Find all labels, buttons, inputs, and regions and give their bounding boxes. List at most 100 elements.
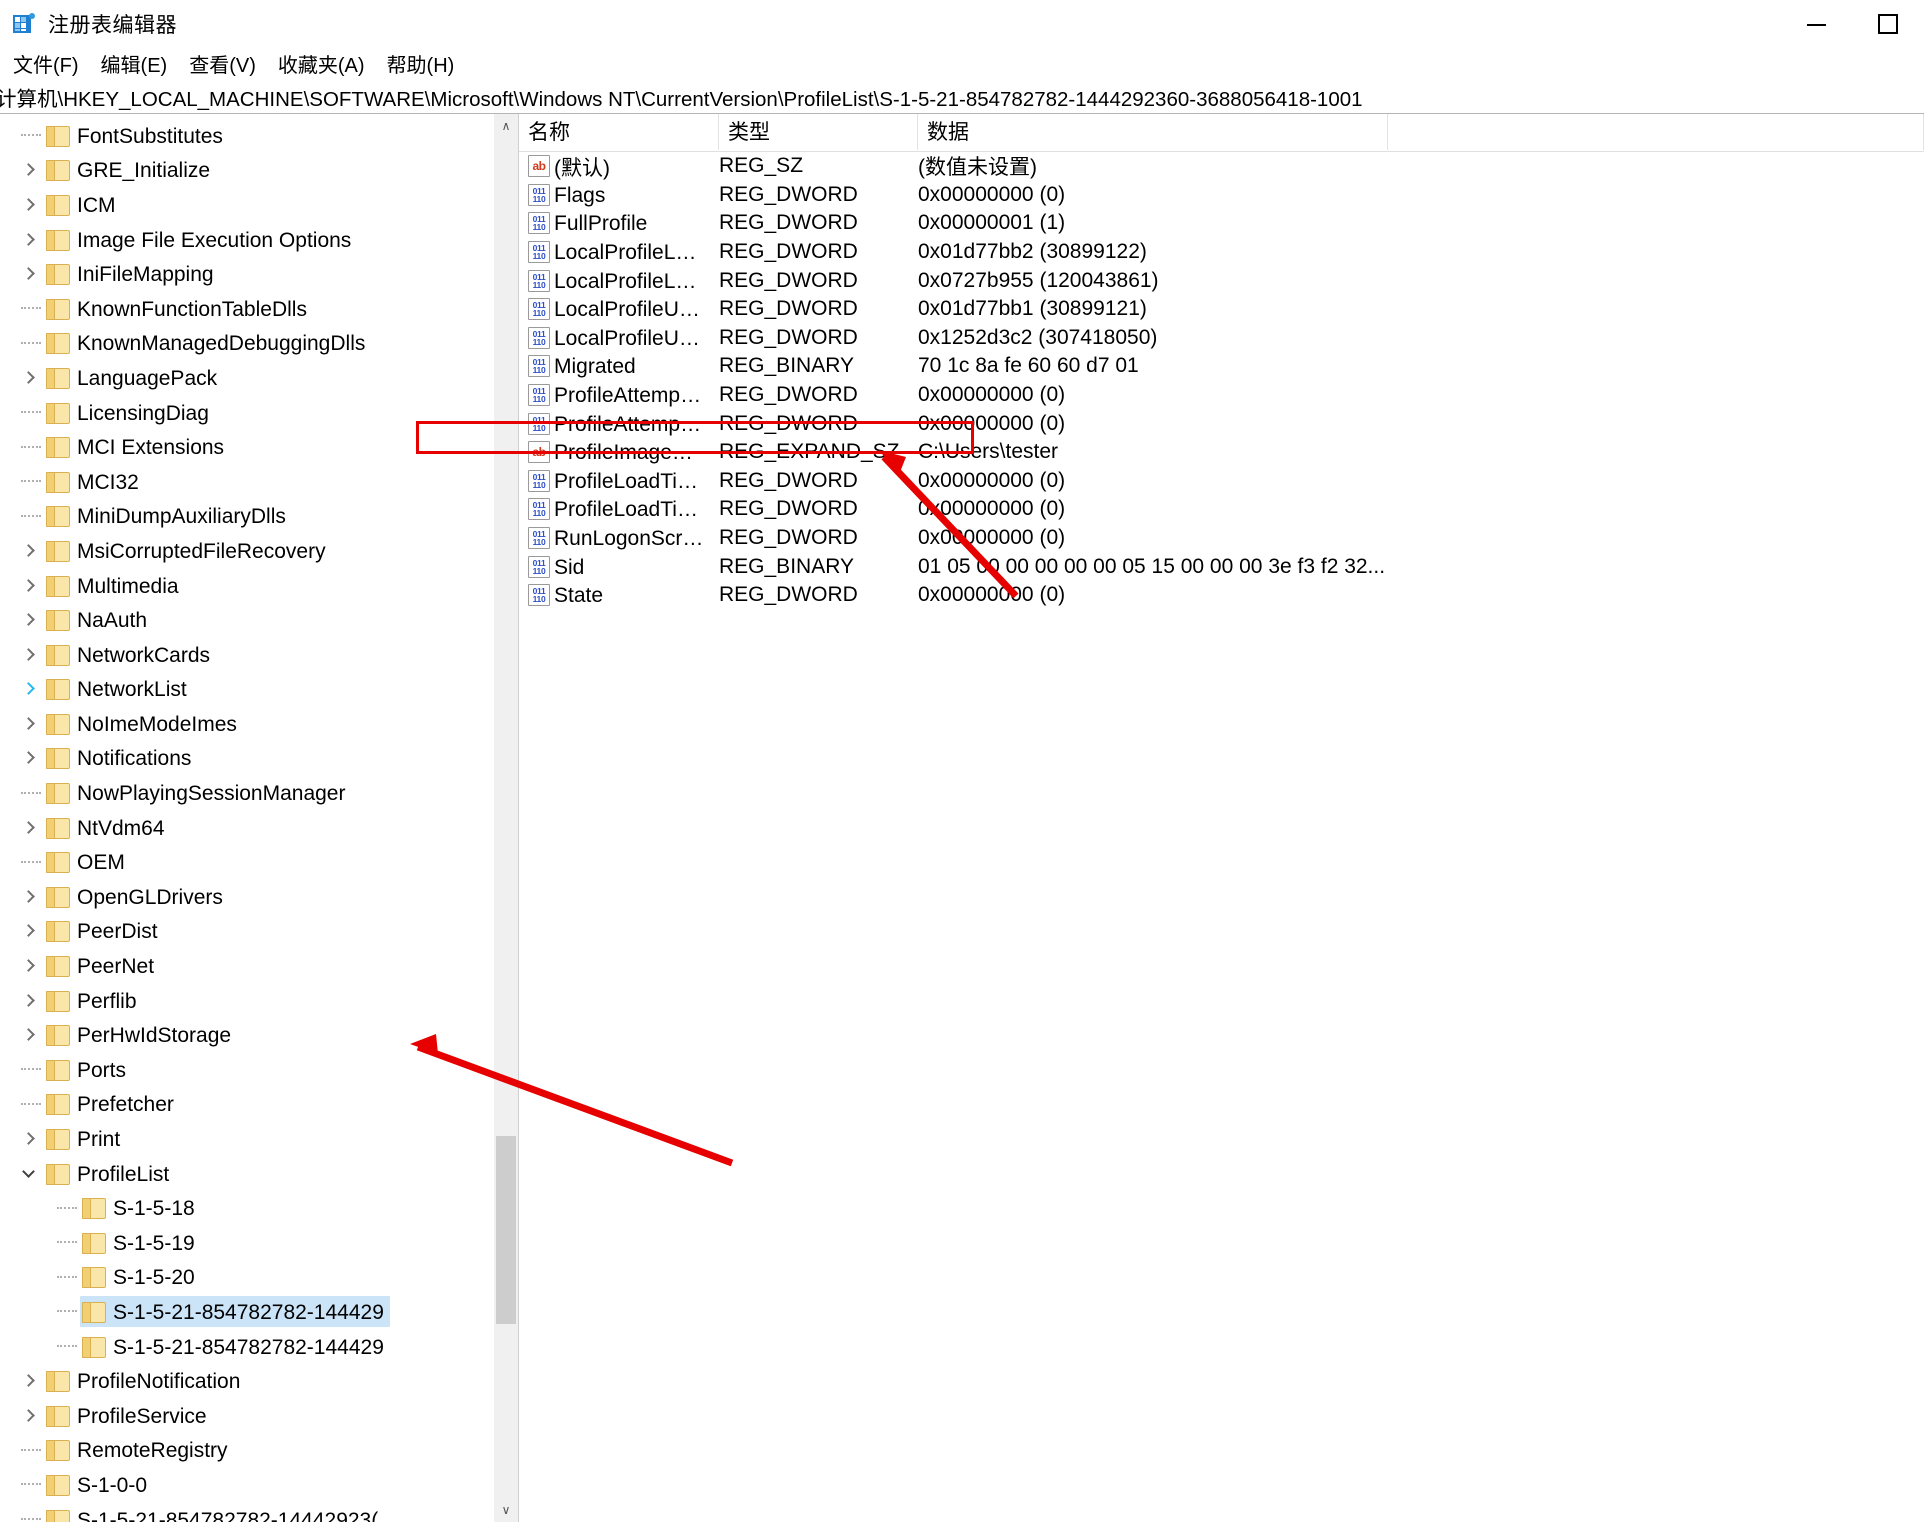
column-header-data[interactable]: 数据 xyxy=(918,114,1388,150)
tree-scrollbar[interactable]: ∧ ∨ xyxy=(494,114,518,1522)
tree-node[interactable]: NetworkList xyxy=(0,672,495,707)
scroll-down-icon[interactable]: ∨ xyxy=(494,1498,518,1522)
chevron-right-icon[interactable] xyxy=(14,741,44,775)
menu-view[interactable]: 查看(V) xyxy=(178,47,267,81)
chevron-right-icon[interactable] xyxy=(14,672,44,706)
value-row[interactable]: 011 110 LocalProfileLoa... REG_DWORD 0x01d77… xyxy=(519,238,1924,267)
value-row[interactable]: 011 110 ProfileAttempte... REG_DWORD 0x00000… xyxy=(519,409,1924,438)
tree-node[interactable]: Perflib xyxy=(0,983,495,1018)
tree-node[interactable]: S-1-5-18 xyxy=(0,1190,495,1225)
minimize-button[interactable] xyxy=(1780,0,1852,47)
value-row[interactable]: 011 110 Flags REG_DWORD 0x00000000 (0) xyxy=(519,181,1924,210)
tree-node-label: Multimedia xyxy=(77,574,179,598)
tree-node[interactable]: NoImeModeImes xyxy=(0,706,495,741)
address-bar[interactable]: 计算机\HKEY_LOCAL_MACHINE\SOFTWARE\Microsof… xyxy=(0,81,1924,114)
tree-node[interactable]: IniFileMapping xyxy=(0,256,495,291)
column-header-name[interactable]: 名称 xyxy=(519,114,719,150)
tree-node[interactable]: S-1-5-19 xyxy=(0,1225,495,1260)
tree-node[interactable]: Print xyxy=(0,1121,495,1156)
maximize-button[interactable] xyxy=(1852,0,1924,47)
tree-node[interactable]: PerHwIdStorage xyxy=(0,1017,495,1052)
tree-node[interactable]: Prefetcher xyxy=(0,1087,495,1122)
folder-icon xyxy=(46,194,70,216)
tree-node[interactable]: KnownFunctionTableDlls xyxy=(0,291,495,326)
chevron-right-icon[interactable] xyxy=(14,637,44,671)
chevron-right-icon[interactable] xyxy=(14,1018,44,1052)
tree-node[interactable]: RemoteRegistry xyxy=(0,1433,495,1468)
chevron-right-icon[interactable] xyxy=(14,879,44,913)
tree-node[interactable]: LanguagePack xyxy=(0,360,495,395)
tree-node[interactable]: MCI32 xyxy=(0,464,495,499)
tree-node[interactable]: LicensingDiag xyxy=(0,395,495,430)
menu-file[interactable]: 文件(F) xyxy=(2,47,90,81)
value-row[interactable]: 011 110 ProfileLoadTim... REG_DWORD 0x000000… xyxy=(519,467,1924,496)
value-row[interactable]: 011 110 Migrated REG_BINARY 70 1c 8a fe 60 6… xyxy=(519,352,1924,381)
chevron-right-icon[interactable] xyxy=(14,533,44,567)
value-row[interactable]: 011 110 RunLogonScrip... REG_DWORD 0x0000000… xyxy=(519,524,1924,553)
value-row[interactable]: 011 110 LocalProfileUnl... REG_DWORD 0x1252d… xyxy=(519,324,1924,353)
tree-node[interactable]: MsiCorruptedFileRecovery xyxy=(0,533,495,568)
tree-node[interactable]: NaAuth xyxy=(0,602,495,637)
tree-node[interactable]: GRE_Initialize xyxy=(0,153,495,188)
folder-icon xyxy=(46,367,70,389)
tree-node[interactable]: NowPlayingSessionManager xyxy=(0,775,495,810)
tree-node[interactable]: Image File Execution Options xyxy=(0,222,495,257)
tree-node[interactable]: NetworkCards xyxy=(0,637,495,672)
menu-edit[interactable]: 编辑(E) xyxy=(90,47,179,81)
chevron-right-icon[interactable] xyxy=(14,983,44,1017)
scroll-up-icon[interactable]: ∧ xyxy=(494,114,518,138)
tree-connector-line xyxy=(21,1068,41,1071)
tree-line-connector xyxy=(50,1260,80,1294)
value-row[interactable]: 011 110 LocalProfileUnl... REG_DWORD 0x01d77… xyxy=(519,295,1924,324)
tree-node[interactable]: ProfileList xyxy=(0,1156,495,1191)
value-row[interactable]: 011 110 ProfileAttempte... REG_DWORD 0x00000… xyxy=(519,381,1924,410)
value-row[interactable]: 011 110 Sid REG_BINARY 01 05 00 00 00 00 00 … xyxy=(519,552,1924,581)
chevron-right-icon[interactable] xyxy=(14,568,44,602)
tree-node[interactable]: PeerNet xyxy=(0,948,495,983)
tree-node[interactable]: ICM xyxy=(0,187,495,222)
tree-node[interactable]: FontSubstitutes xyxy=(0,118,495,153)
tree-node[interactable]: Ports xyxy=(0,1052,495,1087)
chevron-right-icon[interactable] xyxy=(14,257,44,291)
tree-node[interactable]: ProfileNotification xyxy=(0,1363,495,1398)
tree-node[interactable]: MCI Extensions xyxy=(0,429,495,464)
chevron-right-icon[interactable] xyxy=(14,810,44,844)
tree-node[interactable]: S-1-5-20 xyxy=(0,1260,495,1295)
tree-node[interactable]: PeerDist xyxy=(0,914,495,949)
chevron-right-icon[interactable] xyxy=(14,914,44,948)
chevron-right-icon[interactable] xyxy=(14,706,44,740)
tree-node[interactable]: S-1-5-21-854782782-144429 xyxy=(0,1329,495,1364)
chevron-right-icon[interactable] xyxy=(14,1364,44,1398)
chevron-right-icon[interactable] xyxy=(14,187,44,221)
tree-node[interactable]: ProfileService xyxy=(0,1398,495,1433)
tree-node[interactable]: OEM xyxy=(0,844,495,879)
chevron-right-icon[interactable] xyxy=(14,1122,44,1156)
tree-node[interactable]: Multimedia xyxy=(0,568,495,603)
value-row[interactable]: 011 110 LocalProfileLoa... REG_DWORD 0x0727b… xyxy=(519,266,1924,295)
tree-node[interactable]: MiniDumpAuxiliaryDlls xyxy=(0,499,495,534)
chevron-right-icon[interactable] xyxy=(14,949,44,983)
tree-scrollbar-thumb[interactable] xyxy=(496,1136,516,1324)
tree-node[interactable]: OpenGLDrivers xyxy=(0,879,495,914)
chevron-right-icon[interactable] xyxy=(14,153,44,187)
tree-node[interactable]: S-1-5-21-854782782-14442923( xyxy=(0,1502,495,1522)
tree-node[interactable]: Notifications xyxy=(0,741,495,776)
tree-node[interactable]: NtVdm64 xyxy=(0,810,495,845)
value-row[interactable]: 011 110 FullProfile REG_DWORD 0x00000001 (1) xyxy=(519,209,1924,238)
value-row[interactable]: ab ProfileImagePath REG_EXPAND_SZ C:\Users\… xyxy=(519,438,1924,467)
chevron-right-icon[interactable] xyxy=(14,360,44,394)
chevron-right-icon[interactable] xyxy=(14,603,44,637)
tree-node[interactable]: S-1-0-0 xyxy=(0,1467,495,1502)
chevron-right-icon[interactable] xyxy=(14,222,44,256)
value-row[interactable]: 011 110 State REG_DWORD 0x00000000 (0) xyxy=(519,581,1924,610)
value-row[interactable]: 011 110 ProfileLoadTim... REG_DWORD 0x000000… xyxy=(519,495,1924,524)
tree-node[interactable]: KnownManagedDebuggingDlls xyxy=(0,326,495,361)
menu-favorites[interactable]: 收藏夹(A) xyxy=(267,47,376,81)
chevron-down-icon[interactable] xyxy=(14,1156,44,1190)
chevron-right-icon[interactable] xyxy=(14,1398,44,1432)
value-name: ProfileAttempte... xyxy=(554,412,706,436)
menu-help[interactable]: 帮助(H) xyxy=(376,47,466,81)
value-row[interactable]: ab (默认) REG_SZ (数值未设置) xyxy=(519,152,1924,181)
tree-node[interactable]: S-1-5-21-854782782-144429 xyxy=(0,1294,495,1329)
column-header-type[interactable]: 类型 xyxy=(719,114,918,150)
